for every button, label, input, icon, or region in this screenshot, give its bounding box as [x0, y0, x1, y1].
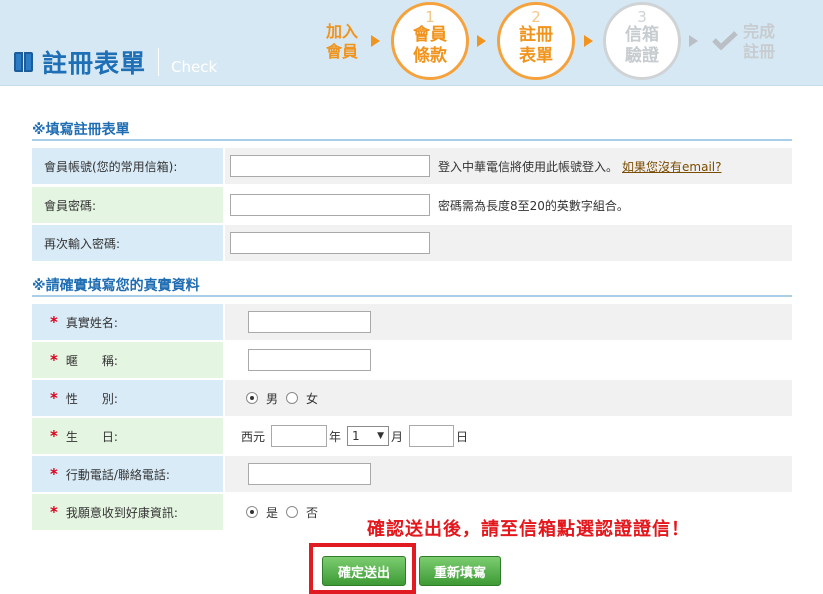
gender-radio-group: 男 女: [246, 390, 326, 407]
birthday-era-label: 西元: [241, 429, 266, 444]
book-icon: [14, 50, 34, 74]
birthday-month-select[interactable]: 1 ▼: [347, 426, 390, 446]
gender-label: 性 別:: [65, 391, 118, 406]
subscribe-no-radio[interactable]: [286, 506, 299, 518]
required-mark: *: [50, 389, 58, 407]
form-row-account: 會員帳號(您的常用信箱): 登入中華電信將使用此帳號登入。 如果您沒有email…: [32, 148, 792, 184]
subscribe-no-label: 否: [306, 505, 319, 520]
step-join: 加入 會員: [326, 22, 359, 61]
email-verify-notice: 確認送出後，請至信箱點選認證證信！: [367, 519, 690, 540]
gender-male-label: 男: [266, 391, 279, 406]
divider: [158, 48, 160, 76]
subscribe-radio-group: 是 否: [246, 504, 326, 521]
birthday-day-input[interactable]: [409, 425, 455, 447]
gender-female-label: 女: [306, 391, 319, 406]
no-email-link[interactable]: 如果您沒有email?: [622, 158, 721, 175]
submit-button[interactable]: 確定送出: [322, 556, 406, 586]
form-row-real-name: * 真實姓名:: [32, 304, 792, 340]
section-title-register: ※填寫註冊表單: [32, 122, 130, 138]
gender-male-radio[interactable]: [246, 392, 258, 404]
nickname-label: 暱 稱:: [65, 353, 118, 368]
birthday-label: 生 日:: [65, 429, 118, 444]
form-row-birthday: * 生 日: 西元 年 1 ▼ 月 日: [32, 418, 792, 454]
phone-label: 行動電話/聯絡電話:: [65, 467, 170, 482]
birthday-year-input[interactable]: [271, 425, 328, 447]
page-subtitle: Check: [171, 58, 218, 76]
birthday-month-unit: 月: [391, 429, 404, 444]
step-email-verify: 3 信箱 驗證: [603, 2, 681, 80]
divider: [32, 139, 792, 141]
required-mark: *: [50, 351, 58, 369]
arrow-right-icon: [584, 35, 593, 47]
subscribe-yes-radio[interactable]: [246, 506, 258, 518]
real-name-input[interactable]: [248, 311, 371, 333]
password-confirm-label: 再次輸入密碼:: [32, 225, 224, 261]
birthday-day-unit: 日: [456, 429, 469, 444]
form-row-phone: * 行動電話/聯絡電話:: [32, 456, 792, 492]
account-hint: 登入中華電信將使用此帳號登入。: [438, 159, 619, 174]
step-complete: 完成 註冊: [743, 22, 776, 61]
step-terms: 1 會員 條款: [391, 2, 469, 80]
brand: 註冊表單 Check: [14, 44, 217, 80]
form-row-gender: * 性 別: 男 女: [32, 380, 792, 416]
arrow-right-icon: [371, 35, 380, 47]
header-bar: 註冊表單 Check 加入 會員 1 會員 條款 2 註冊 表單 3 信箱 驗證…: [0, 0, 823, 86]
page-title: 註冊表單: [42, 49, 147, 78]
arrow-right-icon: [477, 35, 486, 47]
required-mark: *: [50, 503, 58, 521]
reset-button[interactable]: 重新填寫: [419, 556, 501, 586]
password-hint: 密碼需為長度8至20的英數字組合。: [438, 198, 629, 213]
subscribe-yes-label: 是: [266, 505, 279, 520]
gender-female-radio[interactable]: [286, 392, 299, 404]
required-mark: *: [50, 465, 58, 483]
arrow-right-icon: [689, 35, 698, 47]
real-name-label: 真實姓名:: [65, 315, 118, 330]
form-row-nickname: * 暱 稱:: [32, 342, 792, 378]
chevron-down-icon: ▼: [377, 431, 385, 441]
required-mark: *: [50, 313, 58, 331]
check-icon: [712, 31, 738, 50]
password-input[interactable]: [230, 194, 430, 216]
password-confirm-input[interactable]: [230, 232, 430, 254]
divider: [32, 295, 792, 297]
form-row-password-confirm: 再次輸入密碼:: [32, 225, 792, 261]
step-form: 2 註冊 表單: [497, 2, 575, 80]
account-label: 會員帳號(您的常用信箱):: [32, 148, 224, 184]
account-email-input[interactable]: [230, 155, 430, 177]
birthday-year-unit: 年: [329, 429, 342, 444]
section-title-profile: ※請確實填寫您的真實資料: [32, 278, 200, 294]
password-label: 會員密碼:: [32, 187, 224, 223]
subscribe-label: 我願意收到好康資訊:: [65, 505, 178, 520]
nickname-input[interactable]: [248, 349, 371, 371]
form-row-password: 會員密碼: 密碼需為長度8至20的英數字組合。: [32, 187, 792, 223]
required-mark: *: [50, 427, 58, 445]
phone-input[interactable]: [248, 463, 371, 485]
